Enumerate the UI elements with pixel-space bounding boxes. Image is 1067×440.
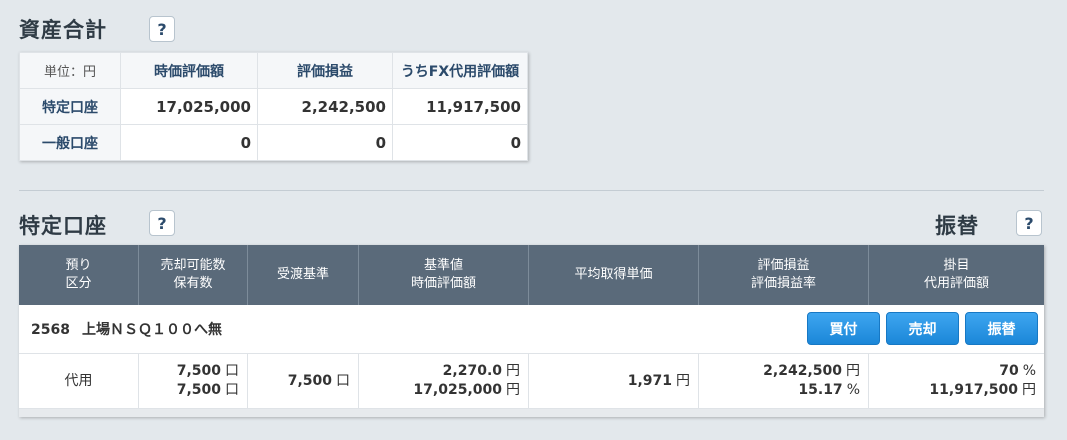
sell-button[interactable]: 売却 — [886, 312, 959, 345]
tokutei-fx-collateral: 11,917,500 — [392, 88, 528, 125]
holdings-table: 預り 区分 売却可能数 保有数 受渡基準 基準値 時価評価額 平均取得単価 評価… — [19, 245, 1044, 417]
header-delivery: 受渡基準 — [248, 245, 359, 305]
header-text: 基準値 — [423, 258, 463, 273]
help-icon: ? — [157, 19, 167, 39]
header-avg-cost: 平均取得単価 — [529, 245, 699, 305]
asset-summary-table: 単位：円 時価評価額 評価損益 うちFX代用評価額 特定口座 17,025,00… — [19, 52, 528, 161]
avg-cost-value: 1,971 — [627, 372, 672, 389]
pnl-rate-value: 15.17 — [798, 382, 843, 398]
market-value-unit: 円 — [506, 382, 520, 398]
header-price: 基準値 時価評価額 — [359, 245, 529, 305]
category-value: 代用 — [64, 372, 93, 389]
base-price-value: 2,270.0 — [442, 363, 502, 379]
cell-pnl: 2,242,500 円 15.17% — [699, 354, 869, 408]
cell-category: 代用 — [19, 354, 139, 408]
row-label-tokutei: 特定口座 — [19, 88, 121, 125]
avg-cost-unit: 円 — [676, 372, 690, 389]
haircut-unit: % — [1022, 363, 1036, 379]
cell-quantity: 7,500 口 7,500 口 — [139, 354, 248, 408]
header-category: 預り 区分 — [19, 245, 139, 305]
header-pnl: 評価損益 評価損益率 — [699, 245, 869, 305]
transfer-help-button[interactable]: ? — [1016, 210, 1042, 236]
header-text: 評価損益 — [757, 258, 810, 273]
base-price-unit: 円 — [506, 363, 520, 379]
header-fx-collateral: うちFX代用評価額 — [392, 52, 528, 89]
collateral-value: 11,917,500 — [929, 382, 1018, 398]
tokutei-market-value: 17,025,000 — [120, 88, 258, 125]
holdings-header-row: 預り 区分 売却可能数 保有数 受渡基準 基準値 時価評価額 平均取得単価 評価… — [19, 245, 1044, 305]
sellable-unit: 口 — [225, 363, 239, 379]
cell-delivery: 7,500 口 — [248, 354, 359, 408]
haircut-line: 70% — [999, 362, 1036, 381]
cell-price: 2,270.0 円 17,025,000 円 — [359, 354, 529, 408]
transfer-button[interactable]: 振替 — [965, 312, 1038, 345]
header-text: 売却可能数 — [160, 258, 226, 273]
summary-row-ippan: 一般口座 0 0 0 — [19, 124, 528, 161]
summary-header-row: 単位：円 時価評価額 評価損益 うちFX代用評価額 — [19, 52, 528, 89]
pnl-rate-unit: % — [846, 382, 860, 398]
unit-label: 単位：円 — [19, 52, 121, 89]
header-collateral: 掛目 代用評価額 — [869, 245, 1044, 305]
header-text: 平均取得単価 — [574, 267, 653, 282]
help-icon: ? — [157, 213, 167, 233]
market-value: 17,025,000 — [413, 382, 502, 398]
transfer-title: 振替 — [935, 214, 979, 238]
header-text: 受渡基準 — [276, 267, 329, 282]
tokutei-title: 特定口座 — [19, 214, 107, 238]
held-value: 7,500 — [176, 382, 221, 398]
asset-total-title: 資産合計 — [19, 18, 107, 42]
help-icon: ? — [1024, 213, 1034, 233]
pnl-unit: 円 — [846, 363, 860, 379]
product-actions: 買付 売却 振替 — [807, 312, 1038, 345]
asset-total-help-button[interactable]: ? — [149, 16, 175, 42]
product-code: 2568 — [31, 322, 70, 338]
tokutei-pnl: 2,242,500 — [257, 88, 393, 125]
pnl-value: 2,242,500 — [763, 363, 842, 379]
summary-row-tokutei: 特定口座 17,025,000 2,242,500 11,917,500 — [19, 88, 528, 125]
delivery-value: 7,500 — [287, 372, 332, 389]
avg-cost-line: 1,971 円 — [628, 372, 690, 391]
header-text: 預り — [65, 258, 92, 273]
header-text: 代用評価額 — [923, 276, 989, 291]
cell-collateral: 70% 11,917,500 円 — [869, 354, 1044, 408]
section-divider — [19, 190, 1044, 191]
ippan-fx-collateral: 0 — [392, 124, 528, 161]
header-text: 時価評価額 — [410, 276, 476, 291]
table-footer-strip — [19, 408, 1044, 417]
header-text: 評価損益率 — [750, 276, 816, 291]
delivery-line: 7,500 口 — [288, 372, 350, 391]
header-market-value: 時価評価額 — [120, 52, 258, 89]
cell-avg-cost: 1,971 円 — [529, 354, 699, 408]
ippan-market-value: 0 — [120, 124, 258, 161]
sellable-value: 7,500 — [176, 363, 221, 379]
market-value-line: 17,025,000 円 — [413, 381, 520, 400]
header-quantity: 売却可能数 保有数 — [139, 245, 248, 305]
product-row: 2568 上場ＮＳＱ１００へ無 買付 売却 振替 — [19, 305, 1044, 354]
product-name[interactable]: 2568 上場ＮＳＱ１００へ無 — [19, 319, 222, 339]
holding-data-row: 代用 7,500 口 7,500 口 7,500 口 2,270.0 円 17,025,… — [19, 354, 1044, 408]
header-pnl: 評価損益 — [257, 52, 393, 89]
pnl-rate-line: 15.17% — [798, 381, 860, 400]
delivery-unit: 口 — [336, 372, 350, 389]
pnl-line: 2,242,500 円 — [763, 362, 860, 381]
base-price-line: 2,270.0 円 — [443, 362, 520, 381]
header-text: 区分 — [65, 276, 92, 291]
buy-button[interactable]: 買付 — [807, 312, 880, 345]
collateral-unit: 円 — [1022, 382, 1036, 398]
row-label-ippan: 一般口座 — [19, 124, 121, 161]
held-unit: 口 — [225, 382, 239, 398]
haircut-value: 70 — [999, 363, 1019, 379]
collateral-line: 11,917,500 円 — [929, 381, 1036, 400]
header-text: 保有数 — [173, 276, 213, 291]
ippan-pnl: 0 — [257, 124, 393, 161]
sellable-line: 7,500 口 — [177, 362, 239, 381]
tokutei-help-button[interactable]: ? — [149, 210, 175, 236]
product-title: 上場ＮＳＱ１００へ無 — [81, 322, 222, 338]
header-text: 掛目 — [943, 258, 970, 273]
held-line: 7,500 口 — [177, 381, 239, 400]
